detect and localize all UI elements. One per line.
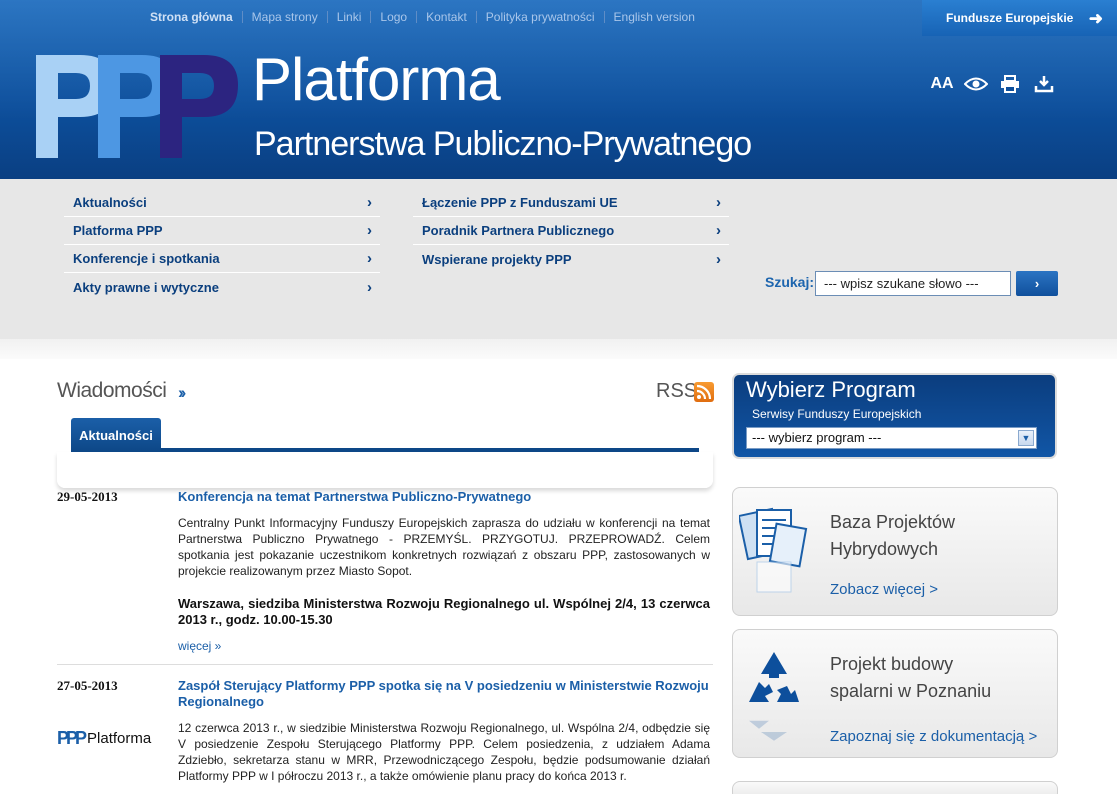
divider <box>241 11 243 23</box>
menu-area-footer <box>0 339 1117 359</box>
promo-link[interactable]: Zobacz więcej > <box>830 581 938 598</box>
main-menu-left: Aktualności › Platforma PPP › Konferencje … <box>64 189 380 301</box>
news-title-link[interactable]: Zaspół Sterujący Platformy PPP spotka si… <box>178 678 713 710</box>
program-select[interactable]: --- wybierz program --- ▼ <box>746 427 1037 449</box>
topnav-links-link[interactable]: Linki <box>337 10 362 24</box>
tab-panel-top <box>57 452 713 488</box>
divider <box>57 664 713 665</box>
program-selector: Wybierz Program Serwisy Funduszy Europej… <box>732 373 1057 459</box>
divider <box>416 11 418 23</box>
menu-item-label: Aktualności <box>73 195 147 210</box>
top-nav: Strona główna Mapa strony Linki Logo Kon… <box>150 9 695 25</box>
chevron-right-icon: › <box>367 278 372 296</box>
topnav-sitemap-link[interactable]: Mapa strony <box>252 10 318 24</box>
promo-box-spalarnia[interactable]: Projekt budowy spalarni w Poznaniu Zapoz… <box>732 629 1058 758</box>
site-header: Strona główna Mapa strony Linki Logo Kon… <box>0 0 1117 179</box>
documents-icon <box>739 507 808 593</box>
news-body: 12 czerwca 2013 r., w siedzibie Minister… <box>178 721 710 783</box>
promo-box-partial[interactable] <box>732 781 1058 794</box>
news-body: Centralny Punkt Informacyjny Funduszy Eu… <box>178 516 710 578</box>
chevron-down-icon[interactable]: ▼ <box>1018 430 1034 446</box>
menu-item-platforma[interactable]: Platforma PPP › <box>64 217 380 245</box>
news-date: 27-05-2013 <box>57 678 118 693</box>
menu-item-wspierane[interactable]: Wspierane projekty PPP › <box>413 245 729 273</box>
tab-underline <box>71 448 699 452</box>
chevron-right-icon: › <box>367 194 372 211</box>
menu-item-poradnik[interactable]: Poradnik Partnera Publicznego › <box>413 217 729 245</box>
chevron-right-icon: › <box>716 250 721 268</box>
main-menu-right: Łączenie PPP z Funduszami UE › Poradnik P… <box>413 189 729 273</box>
thumb-ppp: PPP <box>57 727 87 748</box>
recycle-icon <box>749 652 799 741</box>
menu-item-laczenie-ppp[interactable]: Łączenie PPP z Funduszami UE › <box>413 189 729 217</box>
fundusze-europejskie-button[interactable]: Fundusze Europejskie ➜ <box>922 0 1117 36</box>
menu-item-label: Konferencje i spotkania <box>73 251 220 266</box>
topnav-logo-link[interactable]: Logo <box>380 10 407 24</box>
accessibility-tools: AA <box>929 72 1057 96</box>
news-item: 29-05-2013 Konferencja na temat Partners… <box>57 489 713 659</box>
program-title: Wybierz Program <box>746 377 916 402</box>
chevron-right-icon: › <box>367 222 372 239</box>
menu-item-label: Poradnik Partnera Publicznego <box>422 223 615 238</box>
chevron-right-icon: › <box>716 194 721 211</box>
promo-box-baza-projektow[interactable]: Baza Projektów Hybrydowych Zobacz więcej… <box>732 487 1058 616</box>
promo-title: Projekt budowy spalarni w Poznaniu <box>830 651 991 705</box>
chevron-right-icon: › <box>716 222 721 239</box>
promo-title-line: Baza Projektów <box>830 512 956 532</box>
menu-item-akty-prawne[interactable]: Akty prawne i wytyczne › <box>64 273 380 301</box>
eye-icon[interactable] <box>963 72 989 96</box>
fundusze-label: Fundusze Europejskie <box>946 11 1074 25</box>
promo-title: Baza Projektów Hybrydowych <box>830 509 955 563</box>
promo-title-line: Hybrydowych <box>830 539 939 559</box>
program-subtitle: Serwisy Funduszy Europejskich <box>752 407 922 421</box>
promo-title-line: spalarni w Poznaniu <box>830 681 992 701</box>
rss-label[interactable]: RSS <box>656 380 697 403</box>
ppp-logo-icon[interactable] <box>36 55 241 158</box>
menu-item-konferencje[interactable]: Konferencje i spotkania › <box>64 245 380 273</box>
divider <box>370 11 372 23</box>
menu-item-label: Platforma PPP <box>73 223 163 238</box>
font-size-icon[interactable]: AA <box>929 72 955 96</box>
print-icon[interactable] <box>997 72 1023 96</box>
news-date: 29-05-2013 <box>57 489 118 504</box>
double-chevron-right-icon[interactable]: ›› <box>178 383 187 403</box>
promo-link[interactable]: Zapoznaj się z dokumentacją > <box>830 728 1037 745</box>
arrow-right-icon: ➜ <box>1088 9 1103 28</box>
thumb-label: Platforma <box>87 729 152 747</box>
menu-item-label: Wspierane projekty PPP <box>422 251 572 267</box>
menu-item-aktualnosci[interactable]: Aktualności › <box>64 189 380 217</box>
font-size-label: AA <box>930 75 954 92</box>
news-title-link[interactable]: Konferencja na temat Partnerstwa Publicz… <box>178 489 713 505</box>
menu-item-label: Akty prawne i wytyczne <box>73 279 219 295</box>
divider <box>326 11 328 23</box>
topnav-home-link[interactable]: Strona główna <box>150 10 233 24</box>
search-label: Szukaj: <box>765 274 815 290</box>
search-button[interactable]: › <box>1016 271 1058 296</box>
topnav-privacy-link[interactable]: Polityka prywatności <box>486 10 595 24</box>
promo-title-line: Projekt budowy <box>830 654 954 674</box>
menu-item-label: Łączenie PPP z Funduszami UE <box>422 195 618 210</box>
news-heading: Wiadomości <box>57 379 167 402</box>
chevron-right-icon: › <box>367 250 372 267</box>
topnav-english-link[interactable]: English version <box>614 10 695 24</box>
rss-icon[interactable] <box>694 382 714 402</box>
news-thumbnail[interactable]: PPP Platforma <box>57 705 167 771</box>
logo-title: Platforma <box>252 46 501 113</box>
download-icon[interactable] <box>1031 72 1057 96</box>
search-input[interactable] <box>815 271 1011 296</box>
topnav-contact-link[interactable]: Kontakt <box>426 10 467 24</box>
tab-aktualnosci[interactable]: Aktualności <box>71 418 161 452</box>
more-link[interactable]: więcej » <box>178 639 221 653</box>
divider <box>603 11 605 23</box>
news-event-details: Warszawa, siedziba Ministerstwa Rozwoju … <box>178 596 710 627</box>
divider <box>475 11 477 23</box>
program-select-value: --- wybierz program --- <box>752 430 882 445</box>
logo-subtitle: Partnerstwa Publiczno-Prywatnego <box>254 125 752 163</box>
